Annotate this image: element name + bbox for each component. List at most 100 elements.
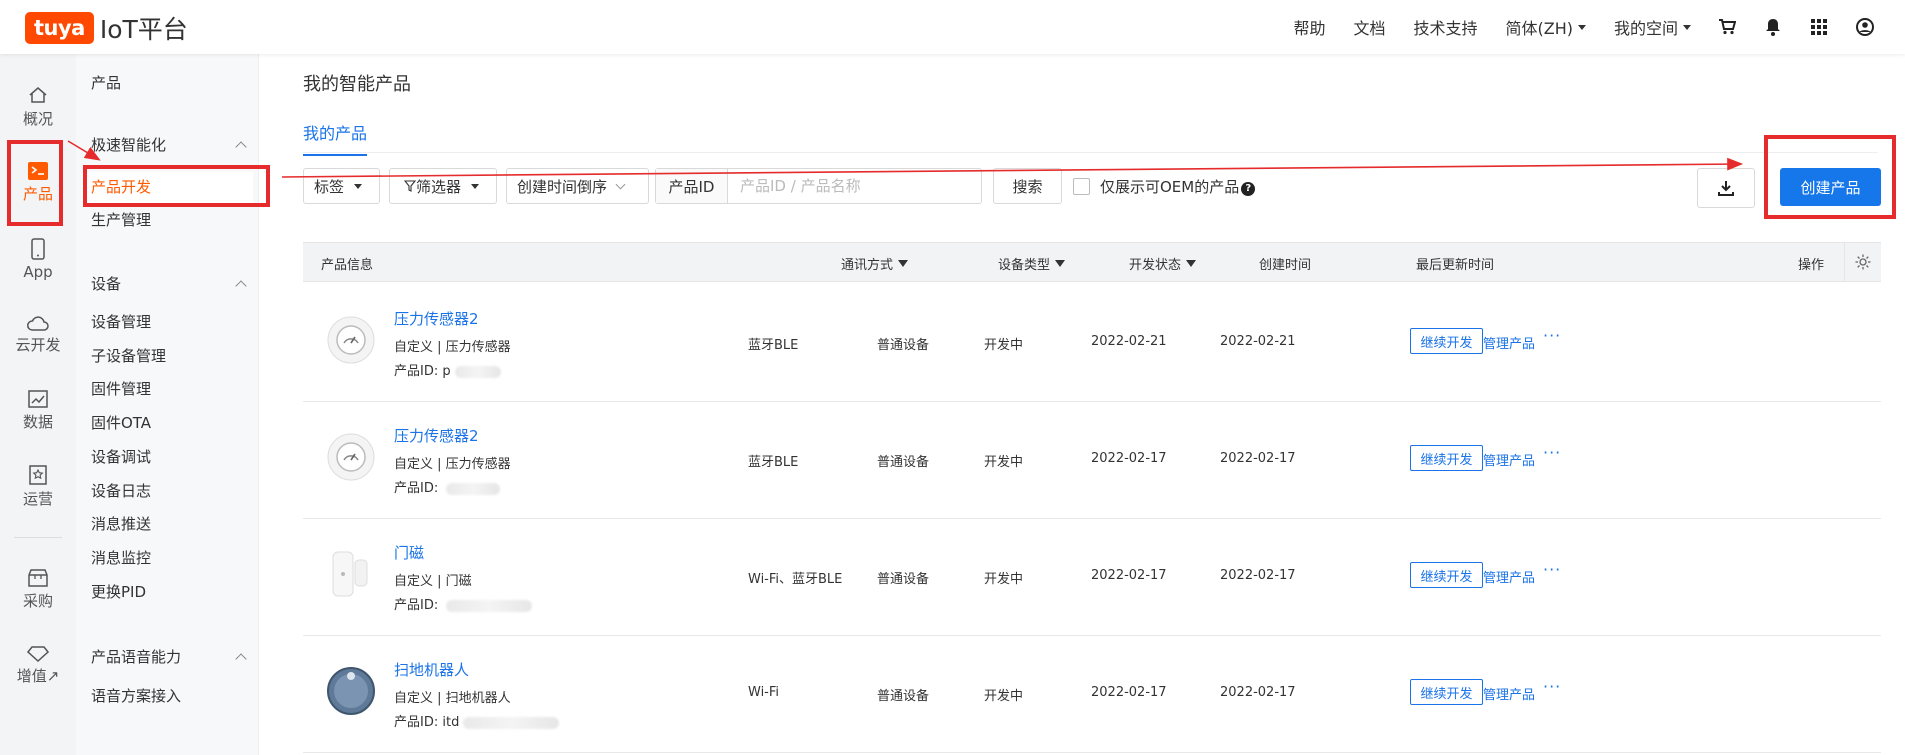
bell-icon[interactable] — [1763, 17, 1783, 37]
rail-item-app[interactable]: App — [0, 230, 76, 288]
nav-support[interactable]: 技术支持 — [1413, 15, 1477, 39]
more-actions-icon[interactable]: ··· — [1543, 677, 1561, 696]
logo-badge: tuya — [25, 12, 94, 44]
tag-dropdown[interactable]: 标签 — [303, 168, 380, 204]
rail-label: 数据 — [22, 413, 53, 431]
col-product-info: 产品信息 — [321, 258, 374, 273]
group-label: 产品语音能力 — [91, 648, 182, 666]
product-name-link[interactable]: 门磁 — [394, 542, 424, 563]
continue-dev-button[interactable]: 继续开发 — [1410, 679, 1483, 705]
col-dev-status[interactable]: 开发状态 — [1129, 254, 1197, 273]
caret-down-icon — [1577, 24, 1586, 30]
continue-dev-button[interactable]: 继续开发 — [1410, 445, 1483, 471]
sort-label: 创建时间倒序 — [517, 177, 608, 196]
product-id-label: 产品ID: — [394, 598, 439, 613]
cloud-icon — [27, 316, 49, 331]
continue-dev-button[interactable]: 继续开发 — [1410, 562, 1483, 588]
top-nav: 帮助 文档 技术支持 简体(ZH) 我的空间 — [1265, 0, 1875, 54]
updated-cell: 2022-02-17 — [1220, 685, 1296, 700]
menu-item-subdevice-manage[interactable]: 子设备管理 — [91, 345, 166, 366]
filter-icon[interactable] — [1055, 260, 1066, 267]
search-input[interactable] — [728, 169, 981, 203]
tab-my-products[interactable]: 我的产品 — [303, 120, 368, 156]
download-icon — [1718, 181, 1734, 196]
menu-item-device-log[interactable]: 设备日志 — [91, 480, 151, 501]
product-name-link[interactable]: 扫地机器人 — [394, 659, 469, 680]
filter-icon[interactable] — [1186, 260, 1197, 267]
product-id-label: 产品ID: — [394, 715, 439, 730]
device-type-cell: 普通设备 — [877, 338, 930, 353]
product-thumbnail — [325, 314, 377, 366]
rail-item-operations[interactable]: 运营 — [0, 458, 76, 516]
product-name-link[interactable]: 压力传感器2 — [394, 425, 479, 446]
user-avatar-icon[interactable] — [1855, 17, 1875, 37]
menu-item-device-debug[interactable]: 设备调试 — [91, 446, 151, 467]
rail-item-cloud-dev[interactable]: 云开发 — [0, 306, 76, 364]
col-label: 开发状态 — [1129, 258, 1182, 273]
secondary-nav: 产品 极速智能化 产品开发 生产管理 设备 设备管理 子设备管理 固件管理 固件… — [76, 54, 259, 755]
manage-product-link[interactable]: 管理产品 — [1483, 450, 1535, 469]
menu-item-voice-access[interactable]: 语音方案接入 — [91, 685, 181, 706]
nav-help[interactable]: 帮助 — [1293, 15, 1325, 39]
column-settings-gear-icon[interactable] — [1844, 243, 1881, 281]
menu-item-message-monitor[interactable]: 消息监控 — [91, 547, 151, 568]
menu-item-device-manage[interactable]: 设备管理 — [91, 311, 151, 332]
chevron-up-icon — [235, 140, 247, 153]
search-field-select[interactable]: 产品ID — [656, 169, 728, 203]
table-header: 产品信息 通讯方式 设备类型 开发状态 创建时间 最后更新时间 操作 — [303, 242, 1881, 282]
annotation-box-create-button — [1764, 135, 1896, 219]
manage-product-link[interactable]: 管理产品 — [1483, 567, 1535, 586]
device-type-cell: 普通设备 — [877, 455, 930, 470]
menu-item-change-pid[interactable]: 更换PID — [91, 581, 146, 602]
redacted-mask — [446, 599, 533, 612]
more-actions-icon[interactable]: ··· — [1543, 443, 1561, 462]
rail-label: 云开发 — [15, 336, 61, 354]
sort-select[interactable]: 创建时间倒序 — [506, 168, 649, 204]
filter-icon[interactable] — [898, 260, 909, 267]
rail-item-value-added[interactable]: 增值↗ — [0, 637, 76, 695]
rail-label: 概况 — [22, 110, 53, 128]
download-button[interactable] — [1697, 168, 1755, 208]
group-fast-smart[interactable]: 极速智能化 — [91, 134, 251, 155]
created-cell: 2022-02-17 — [1091, 685, 1167, 700]
more-actions-icon[interactable]: ··· — [1543, 326, 1561, 345]
oem-only-label[interactable]: 仅展示可OEM的产品? — [1100, 176, 1256, 197]
product-name-link[interactable]: 压力传感器2 — [394, 308, 479, 329]
product-thumbnail — [325, 665, 377, 717]
col-comm[interactable]: 通讯方式 — [841, 254, 909, 273]
caret-down-icon — [1683, 24, 1691, 30]
continue-dev-button[interactable]: 继续开发 — [1410, 328, 1483, 354]
oem-label-text: 仅展示可OEM的产品 — [1100, 178, 1240, 196]
rail-item-overview[interactable]: 概况 — [0, 78, 76, 136]
cart-icon[interactable] — [1717, 17, 1737, 37]
redacted-mask — [454, 365, 501, 378]
chevron-up-icon — [235, 652, 247, 665]
rail-item-purchase[interactable]: 采购 — [0, 561, 76, 619]
group-device[interactable]: 设备 — [91, 273, 251, 294]
more-actions-icon[interactable]: ··· — [1543, 560, 1561, 579]
product-category: 自定义 | 门磁 — [394, 574, 472, 589]
menu-item-firmware-manage[interactable]: 固件管理 — [91, 378, 151, 399]
product-id: 产品ID: — [394, 477, 501, 496]
apps-grid-icon[interactable] — [1809, 17, 1829, 37]
manage-product-link[interactable]: 管理产品 — [1483, 333, 1535, 352]
menu-item-firmware-ota[interactable]: 固件OTA — [91, 412, 151, 433]
menu-item-message-push[interactable]: 消息推送 — [91, 513, 151, 534]
manage-product-link[interactable]: 管理产品 — [1483, 684, 1535, 703]
diamond-icon — [27, 646, 49, 662]
help-circle-icon[interactable]: ? — [1241, 182, 1256, 196]
menu-item-production[interactable]: 生产管理 — [91, 209, 151, 230]
tuya-logo[interactable]: tuya IoT平台 — [25, 10, 188, 46]
col-device-type[interactable]: 设备类型 — [998, 254, 1066, 273]
nav-language[interactable]: 简体(ZH) — [1506, 15, 1586, 39]
nav-my-space[interactable]: 我的空间 — [1614, 15, 1691, 39]
search-button[interactable]: 搜索 — [993, 168, 1062, 204]
rail-item-data[interactable]: 数据 — [0, 382, 76, 440]
updated-cell: 2022-02-17 — [1220, 568, 1296, 583]
oem-only-checkbox[interactable] — [1073, 178, 1090, 195]
tab-divider — [303, 152, 1878, 153]
annotation-box-product-dev — [83, 165, 270, 207]
group-voice[interactable]: 产品语音能力 — [91, 646, 251, 667]
nav-docs[interactable]: 文档 — [1353, 15, 1385, 39]
filter-dropdown[interactable]: 筛选器 — [389, 168, 497, 204]
